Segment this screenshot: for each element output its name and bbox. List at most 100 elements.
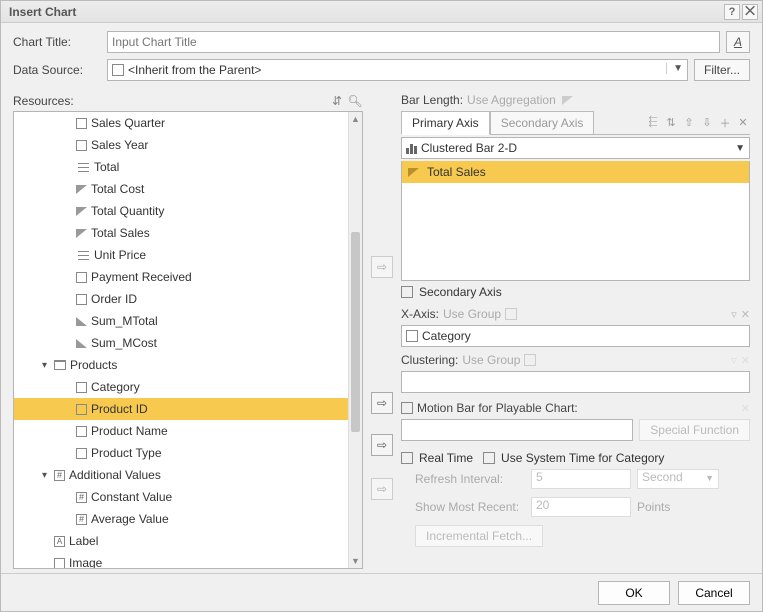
- tree-item[interactable]: Sum_MTotal: [14, 310, 348, 332]
- tree-item-label: Unit Price: [94, 248, 146, 262]
- scroll-thumb[interactable]: [351, 232, 360, 432]
- cancel-button[interactable]: Cancel: [678, 581, 750, 605]
- tree-item[interactable]: Sum_MCost: [14, 332, 348, 354]
- tree-item[interactable]: Image: [14, 552, 348, 568]
- axis-tabs: Primary Axis Secondary Axis ⬱ ⇅ ⇧ ⇩ ＋ ✕: [401, 111, 750, 135]
- bar-chart-icon: [406, 142, 417, 154]
- secondary-axis-checkbox[interactable]: [401, 286, 413, 298]
- tree-item-label: Product Type: [91, 446, 162, 460]
- xaxis-filter-icon[interactable]: ▿: [731, 308, 737, 321]
- resources-tree[interactable]: Sales QuarterSales YearTotalTotal CostTo…: [13, 111, 363, 569]
- data-source-combo[interactable]: <Inherit from the Parent> ▼: [107, 59, 688, 81]
- motion-bar-checkbox[interactable]: [401, 402, 413, 414]
- sum-icon: [76, 317, 87, 326]
- tree-item-label: Additional Values: [69, 468, 161, 482]
- refresh-unit-select: Second▼: [637, 469, 719, 489]
- assign-motion-button[interactable]: ⇨: [371, 478, 393, 500]
- measure-icon: [76, 207, 87, 216]
- dimension-icon: [76, 294, 87, 305]
- tree-item[interactable]: Product Type: [14, 442, 348, 464]
- series-list[interactable]: Total Sales: [401, 161, 750, 281]
- xaxis-clear-icon[interactable]: ✕: [741, 308, 750, 321]
- clustering-hint: Use Group: [462, 353, 520, 367]
- tree-item[interactable]: Total Quantity: [14, 200, 348, 222]
- tree-item[interactable]: Unit Price: [14, 244, 348, 266]
- secondary-axis-label: Secondary Axis: [419, 285, 502, 299]
- assign-clustering-button[interactable]: ⇨: [371, 434, 393, 456]
- aggregation-icon: [562, 96, 573, 105]
- measure-icon: [76, 229, 87, 238]
- add-icon[interactable]: ＋: [718, 116, 732, 130]
- chart-title-input[interactable]: [107, 31, 720, 53]
- tree-item[interactable]: Category: [14, 376, 348, 398]
- x-axis-label: X-Axis:: [401, 307, 439, 321]
- chart-type-value: Clustered Bar 2-D: [421, 141, 517, 155]
- hash-icon: #: [54, 470, 65, 481]
- tree-item[interactable]: Product Name: [14, 420, 348, 442]
- tree-item[interactable]: Payment Received: [14, 266, 348, 288]
- tree-item[interactable]: Product ID: [14, 398, 348, 420]
- ok-button[interactable]: OK: [598, 581, 670, 605]
- help-button[interactable]: ?: [724, 4, 740, 20]
- chart-title-font-button[interactable]: A: [726, 31, 750, 53]
- assign-xaxis-button[interactable]: ⇨: [371, 392, 393, 414]
- assign-series-button[interactable]: ⇨: [371, 256, 393, 278]
- tree-item[interactable]: #Average Value: [14, 508, 348, 530]
- tree-item[interactable]: ▾Products: [14, 354, 348, 376]
- move-up-icon[interactable]: ⇧: [682, 116, 696, 130]
- tree-item[interactable]: #Constant Value: [14, 486, 348, 508]
- special-function-button: Special Function: [639, 419, 750, 441]
- measure-icon: [76, 185, 87, 194]
- form-area: Chart Title: A Data Source: <Inherit fro…: [1, 23, 762, 91]
- scroll-up-icon[interactable]: ▲: [349, 112, 362, 126]
- tab-secondary-axis[interactable]: Secondary Axis: [490, 111, 595, 134]
- dialog-footer: OK Cancel: [1, 573, 762, 611]
- close-button[interactable]: ⨉: [742, 4, 758, 20]
- dimension-icon: [76, 272, 87, 283]
- dimension-icon: [76, 382, 87, 393]
- tree-item-label: Category: [91, 380, 140, 394]
- tree-item[interactable]: Total Sales: [14, 222, 348, 244]
- dimension-icon: [54, 558, 65, 569]
- formula-icon: [76, 248, 90, 262]
- motion-bar-field[interactable]: [401, 419, 633, 441]
- tree-item-label: Product Name: [91, 424, 168, 438]
- remove-icon[interactable]: ✕: [736, 116, 750, 130]
- tab-primary-axis[interactable]: Primary Axis: [401, 111, 490, 135]
- tree-item[interactable]: Sales Year: [14, 134, 348, 156]
- chart-type-select[interactable]: Clustered Bar 2-D ▼: [401, 137, 750, 159]
- chart-title-label: Chart Title:: [13, 35, 101, 49]
- incremental-fetch-button: Incremental Fetch...: [415, 525, 543, 547]
- resources-panel: Resources: ⇵ 🔍︎ Sales QuarterSales YearT…: [13, 91, 363, 569]
- tree-item-label: Order ID: [91, 292, 137, 306]
- swap-axis-icon[interactable]: ⇅: [664, 116, 678, 130]
- folder-icon: [54, 360, 66, 370]
- clustering-field[interactable]: [401, 371, 750, 393]
- use-system-time-checkbox[interactable]: [483, 452, 495, 464]
- x-axis-value: Category: [422, 329, 471, 343]
- scrollbar[interactable]: ▲ ▼: [348, 112, 362, 568]
- sort-icon[interactable]: ⇵: [329, 93, 345, 109]
- tree-item[interactable]: ALabel: [14, 530, 348, 552]
- filter-button[interactable]: Filter...: [694, 59, 750, 81]
- group-icon: [524, 354, 536, 366]
- insert-chart-dialog: Insert Chart ? ⨉ Chart Title: A Data Sou…: [0, 0, 763, 612]
- chart-settings-icon[interactable]: ⬱: [646, 116, 660, 130]
- titlebar: Insert Chart ? ⨉: [1, 1, 762, 23]
- tree-item[interactable]: Total: [14, 156, 348, 178]
- clustering-label: Clustering:: [401, 353, 458, 367]
- x-axis-field[interactable]: Category: [401, 325, 750, 347]
- realtime-checkbox[interactable]: [401, 452, 413, 464]
- search-icon[interactable]: 🔍︎: [347, 93, 363, 109]
- assign-buttons: ⇨ ⇨ ⇨ ⇨: [371, 91, 393, 569]
- x-axis-hint: Use Group: [443, 307, 501, 321]
- tree-item[interactable]: Sales Quarter: [14, 112, 348, 134]
- tree-item[interactable]: ▾#Additional Values: [14, 464, 348, 486]
- tree-item[interactable]: Order ID: [14, 288, 348, 310]
- data-source-value: <Inherit from the Parent>: [128, 63, 261, 77]
- move-down-icon[interactable]: ⇩: [700, 116, 714, 130]
- scroll-down-icon[interactable]: ▼: [349, 554, 362, 568]
- tree-item[interactable]: Total Cost: [14, 178, 348, 200]
- tree-item-label: Sum_MCost: [91, 336, 157, 350]
- series-item[interactable]: Total Sales: [402, 161, 749, 183]
